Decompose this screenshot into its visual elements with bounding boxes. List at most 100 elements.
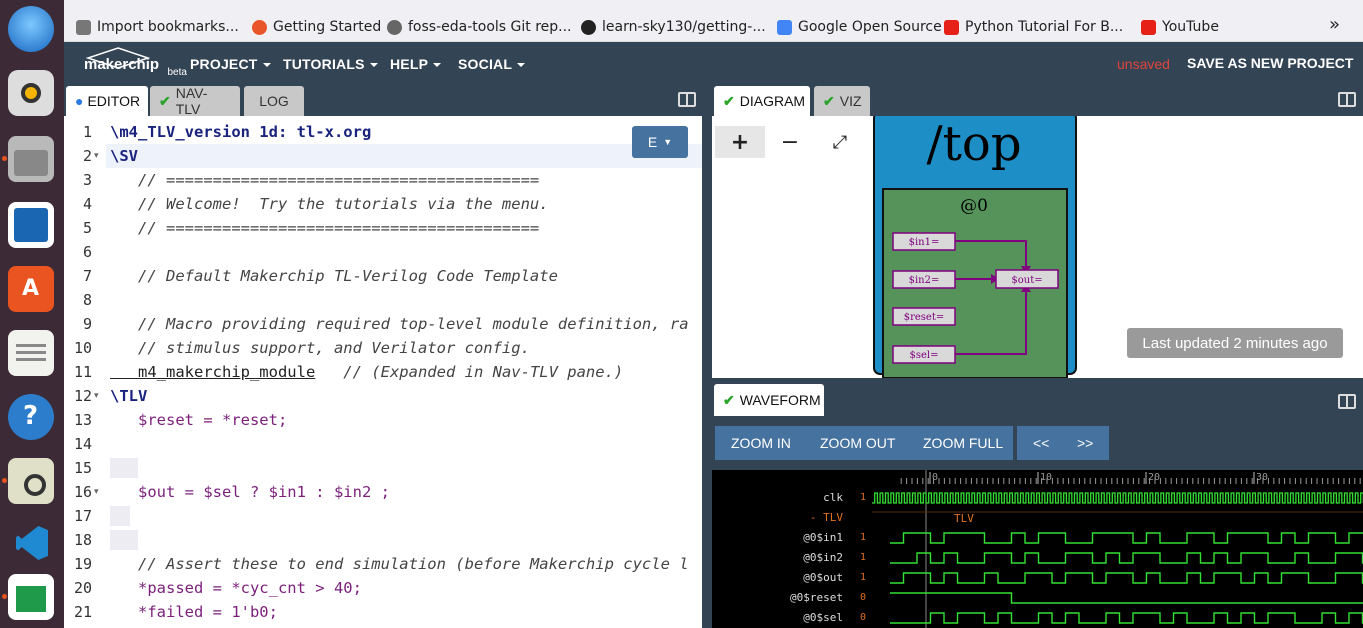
maximize-pane-icon[interactable]	[678, 92, 696, 107]
code-line[interactable]: // =====================================…	[110, 171, 539, 189]
signal-box[interactable]	[892, 345, 956, 364]
line-number: 3	[82, 171, 92, 189]
signal-name[interactable]: @0$sel	[803, 611, 843, 624]
signal-box[interactable]	[892, 232, 956, 251]
code-line[interactable]: m4_makerchip_module // (Expanded in Nav-…	[110, 363, 623, 381]
diagram-zoom-out-button[interactable]: −	[765, 126, 815, 158]
diagram-zoom-in-button[interactable]: +	[715, 126, 765, 158]
bookmark-label: foss-eda-tools Git rep...	[408, 19, 572, 35]
signal-box[interactable]	[892, 270, 956, 289]
tab-diagram[interactable]: ✔ DIAGRAM	[714, 86, 810, 116]
tab-diagram-label: DIAGRAM	[739, 93, 806, 109]
thunderbird-icon[interactable]	[8, 6, 54, 52]
tab-editor[interactable]: ● EDITOR	[66, 86, 148, 116]
wave-zoom-in-button[interactable]: ZOOM IN	[731, 435, 791, 451]
code-line[interactable]: \TLV	[110, 387, 147, 405]
active-line-highlight	[106, 144, 704, 168]
code-editor[interactable]: 1 \m4_TLV_version 1d: tl-x.org 2 ▾ \SV 3 // =…	[64, 116, 704, 628]
wave-prev-button[interactable]: <<	[1033, 435, 1049, 451]
maximize-pane-icon[interactable]	[1338, 394, 1356, 409]
signal-value: 1	[860, 552, 867, 563]
indent-block	[110, 458, 138, 478]
tick-label: 20	[1148, 472, 1160, 483]
line-number: 13	[73, 411, 92, 429]
pane-splitter[interactable]	[702, 84, 712, 628]
bookmark-item[interactable]: Import bookmarks...	[76, 15, 239, 39]
line-number: 9	[82, 315, 92, 333]
bookmark-item[interactable]: learn-sky130/getting-...	[581, 15, 766, 39]
youtube-icon	[944, 19, 959, 35]
tab-waveform[interactable]: ✔ WAVEFORM	[714, 384, 824, 416]
menu-tutorials[interactable]: TUTORIALS	[283, 56, 378, 72]
signal-name[interactable]: @0$in1	[803, 531, 843, 544]
check-icon: ✔	[159, 92, 171, 109]
code-line[interactable]: \m4_TLV_version 1d: tl-x.org	[110, 123, 371, 141]
tab-viz[interactable]: ✔ VIZ	[814, 86, 870, 116]
waveform-svg: 0 10 20 30 TLV	[870, 470, 1363, 628]
signal-name[interactable]: @0$reset	[790, 591, 843, 604]
code-line[interactable]: // Macro providing required top-level mo…	[110, 315, 689, 333]
help-icon[interactable]: ?	[8, 394, 54, 440]
wires	[955, 240, 1027, 355]
code-line[interactable]: *passed = *cyc_cnt > 40;	[110, 579, 362, 597]
maximize-pane-icon[interactable]	[1338, 92, 1356, 107]
code-line[interactable]: $reset = *reset;	[110, 411, 287, 429]
fold-arrow-icon[interactable]: ▾	[94, 487, 99, 497]
bookmark-item[interactable]: Python Tutorial For B...	[944, 15, 1123, 39]
bookmark-item[interactable]: foss-eda-tools Git rep...	[387, 15, 572, 39]
signal-box[interactable]	[892, 307, 956, 326]
wave-zoom-full-button[interactable]: ZOOM FULL	[923, 435, 1003, 451]
spreadsheet-icon[interactable]	[8, 574, 54, 620]
wave-reset	[890, 592, 1363, 604]
text-editor-icon[interactable]	[8, 330, 54, 376]
vscode-icon[interactable]	[8, 520, 54, 566]
signal-name[interactable]: - TLV	[716, 511, 843, 524]
line-number: 7	[82, 267, 92, 285]
signal-name[interactable]: @0$in2	[803, 551, 843, 564]
code-line[interactable]: $out = $sel ? $in1 : $in2 ;	[110, 483, 390, 501]
ubuntu-dock: A ?	[0, 0, 64, 628]
zoom-button-group: ZOOM IN ZOOM OUT ZOOM FULL	[715, 426, 1013, 460]
software-center-icon[interactable]: A	[8, 266, 54, 312]
signal-value: 0	[860, 592, 867, 603]
menu-project[interactable]: PROJECT	[190, 56, 271, 72]
diagram-fit-icon[interactable]: ⤢	[815, 126, 865, 158]
tab-nav-tlv[interactable]: ✔ NAV-TLV	[150, 85, 240, 117]
check-icon: ✔	[823, 92, 835, 109]
line-number: 4	[82, 195, 92, 213]
line-number: 10	[73, 339, 92, 357]
writer-icon[interactable]	[8, 202, 54, 248]
menu-social[interactable]: SOCIAL	[458, 56, 525, 72]
line-number: 18	[73, 531, 92, 549]
code-line[interactable]: \SV	[110, 147, 138, 165]
image-viewer-icon[interactable]	[8, 458, 54, 504]
bookmark-item[interactable]: Google Open Source	[777, 15, 942, 39]
signal-name[interactable]: @0$out	[803, 571, 843, 584]
rhythmbox-icon[interactable]	[8, 70, 54, 116]
code-line[interactable]: // Assert these to end simulation (befor…	[110, 555, 689, 573]
code-line[interactable]: // =====================================…	[110, 219, 539, 237]
code-line[interactable]: // stimulus support, and Verilator confi…	[110, 339, 530, 357]
makerchip-logo[interactable]: makerchip beta	[84, 47, 187, 78]
bookmark-item[interactable]: YouTube	[1141, 15, 1219, 39]
code-line[interactable]: *failed = 1'b0;	[110, 603, 278, 621]
wave-next-button[interactable]: >>	[1077, 435, 1093, 451]
bookmark-item[interactable]: Getting Started	[252, 15, 381, 39]
indent-block	[110, 506, 130, 526]
fold-arrow-icon[interactable]: ▾	[94, 391, 99, 401]
signal-name[interactable]: clk	[823, 491, 843, 504]
editor-mode-dropdown[interactable]: E ▼	[632, 126, 688, 158]
fold-arrow-icon[interactable]: ▾	[94, 151, 99, 161]
tab-log[interactable]: LOG	[244, 86, 304, 116]
wave-zoom-out-button[interactable]: ZOOM OUT	[820, 435, 895, 451]
logo-beta: beta	[167, 67, 187, 78]
code-line[interactable]: // Welcome! Try the tutorials via the me…	[110, 195, 549, 213]
bookmarks-overflow-chevron-icon[interactable]: »	[1329, 12, 1340, 36]
code-line[interactable]: // Default Makerchip TL-Verilog Code Tem…	[110, 267, 558, 285]
waveform-viewer[interactable]: 0 10 20 30 TLV clk 1- TLV @0$in1 1 @0$in2 1 @0$out…	[712, 470, 1363, 628]
save-as-new-project-button[interactable]: SAVE AS NEW PROJECT	[1187, 55, 1353, 71]
files-icon[interactable]	[8, 136, 54, 182]
stage-label: @0	[960, 196, 988, 216]
line-number: 8	[82, 291, 92, 309]
menu-help[interactable]: HELP	[390, 56, 441, 72]
